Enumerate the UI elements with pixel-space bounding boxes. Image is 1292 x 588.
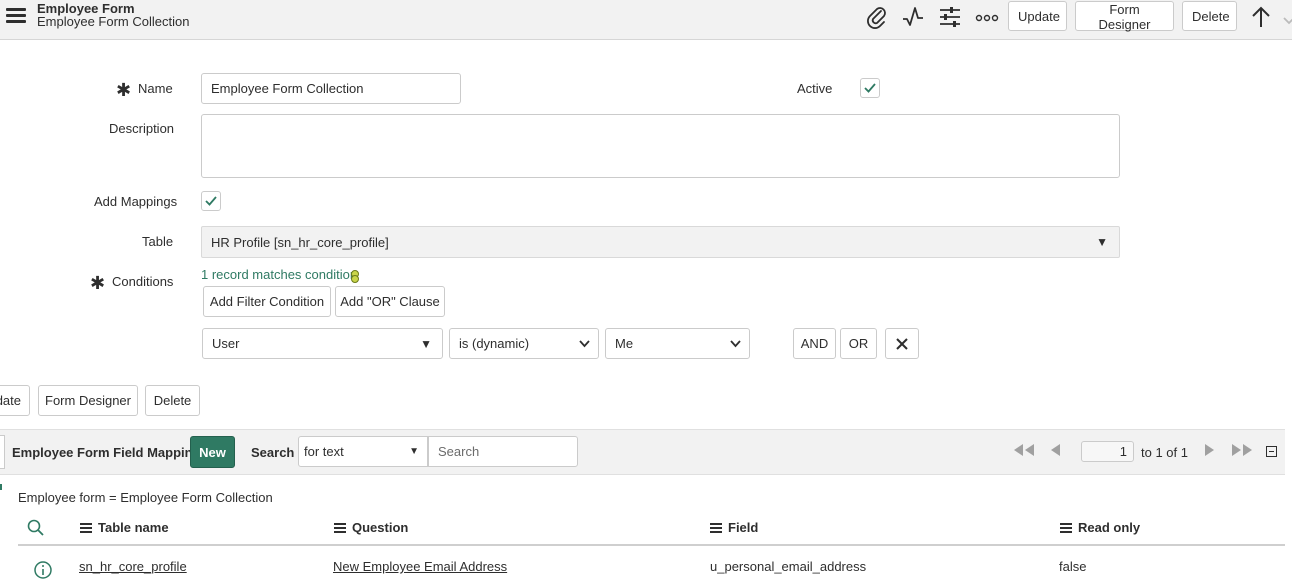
previous-page-icon[interactable] bbox=[1049, 443, 1061, 460]
search-field-select[interactable]: for text ▼ bbox=[298, 436, 428, 467]
close-icon bbox=[896, 337, 908, 350]
caret-down-icon: ▼ bbox=[420, 337, 432, 351]
condition-value-select[interactable]: Me bbox=[605, 328, 750, 359]
chevron-down-icon[interactable] bbox=[1280, 4, 1292, 30]
checkmark-icon bbox=[205, 196, 217, 206]
search-label: Search bbox=[251, 445, 295, 460]
table-select-value: HR Profile [sn_hr_core_profile] bbox=[211, 234, 389, 250]
delete-button[interactable]: Delete bbox=[1182, 1, 1237, 31]
name-label: Name bbox=[138, 81, 173, 96]
caret-down-icon: ▼ bbox=[1096, 235, 1108, 249]
column-menu-icon bbox=[334, 522, 346, 533]
update-button-bottom[interactable]: date bbox=[0, 385, 30, 416]
remove-condition-button[interactable] bbox=[885, 328, 919, 359]
header-divider bbox=[18, 544, 1285, 546]
question-link[interactable]: New Employee Email Address bbox=[333, 559, 507, 574]
chevron-down-icon bbox=[730, 340, 741, 348]
list-context-button[interactable] bbox=[0, 435, 5, 469]
read-only-cell: false bbox=[1059, 559, 1087, 574]
record-match-link[interactable]: 1 record matches condition bbox=[201, 267, 357, 282]
form-header: Employee Form Employee Form Collection U… bbox=[0, 0, 1292, 40]
breadcrumb-marker bbox=[0, 484, 2, 490]
condition-field-value: User bbox=[212, 336, 240, 351]
new-button[interactable]: New bbox=[190, 436, 235, 468]
column-header-question[interactable]: Question bbox=[334, 520, 408, 535]
form-designer-button-bottom[interactable]: Form Designer bbox=[38, 385, 138, 416]
breadcrumb[interactable]: Employee form = Employee Form Collection bbox=[18, 490, 273, 505]
add-filter-condition-button[interactable]: Add Filter Condition bbox=[203, 286, 331, 317]
active-label: Active bbox=[797, 81, 833, 96]
paperclip-icon[interactable] bbox=[864, 4, 890, 30]
arrow-up-icon[interactable] bbox=[1248, 4, 1274, 30]
conditions-label: Conditions bbox=[112, 274, 174, 289]
more-icon[interactable] bbox=[974, 4, 1000, 30]
condition-field-select[interactable]: User ▼ bbox=[202, 328, 443, 359]
related-list-toolbar: Employee Form Field Mappings New Search … bbox=[0, 429, 1285, 475]
condition-value-value: Me bbox=[615, 336, 634, 351]
form-designer-button[interactable]: Form Designer bbox=[1075, 1, 1174, 32]
mandatory-marker-icon: ✱ bbox=[116, 80, 132, 100]
and-button[interactable]: AND bbox=[793, 328, 836, 359]
table-name-link[interactable]: sn_hr_core_profile bbox=[79, 559, 187, 574]
sliders-icon[interactable] bbox=[937, 4, 963, 30]
table-label: Table bbox=[142, 234, 174, 249]
description-label: Description bbox=[109, 121, 175, 136]
active-checkbox[interactable] bbox=[860, 78, 880, 98]
first-page-icon[interactable] bbox=[1012, 443, 1036, 460]
column-header-field[interactable]: Field bbox=[710, 520, 758, 535]
collapse-icon[interactable] bbox=[1266, 446, 1277, 457]
search-input[interactable]: Search bbox=[428, 436, 578, 467]
page-range-text: to 1 of 1 bbox=[1141, 445, 1188, 460]
column-menu-icon bbox=[710, 522, 722, 533]
add-mappings-label: Add Mappings bbox=[94, 194, 178, 209]
chevron-down-icon bbox=[579, 340, 590, 348]
refresh-icon[interactable] bbox=[349, 269, 361, 283]
caret-down-icon: ▼ bbox=[409, 446, 419, 457]
column-menu-icon bbox=[80, 522, 92, 533]
condition-operator-select[interactable]: is (dynamic) bbox=[449, 328, 599, 359]
delete-button-bottom[interactable]: Delete bbox=[145, 385, 200, 416]
table-select[interactable]: HR Profile [sn_hr_core_profile] ▼ bbox=[201, 226, 1120, 258]
or-button[interactable]: OR bbox=[840, 328, 877, 359]
column-header-table-name[interactable]: Table name bbox=[80, 520, 169, 535]
last-page-icon[interactable] bbox=[1230, 443, 1254, 460]
field-cell: u_personal_email_address bbox=[710, 559, 867, 574]
search-icon[interactable] bbox=[26, 519, 46, 537]
page-number-input[interactable]: 1 bbox=[1081, 441, 1134, 462]
related-list-title[interactable]: Employee Form Field Mappings bbox=[12, 445, 208, 460]
column-header-read-only[interactable]: Read only bbox=[1060, 520, 1140, 535]
activity-icon[interactable] bbox=[900, 4, 926, 30]
checkmark-icon bbox=[864, 83, 876, 93]
hamburger-menu-icon[interactable] bbox=[6, 6, 28, 26]
condition-operator-value: is (dynamic) bbox=[459, 336, 530, 351]
form-subtitle: Employee Form Collection bbox=[37, 14, 190, 29]
info-icon[interactable] bbox=[33, 560, 53, 580]
update-button[interactable]: Update bbox=[1008, 1, 1067, 31]
search-field-select-value: for text bbox=[304, 444, 344, 459]
add-or-clause-button[interactable]: Add "OR" Clause bbox=[335, 286, 445, 317]
description-field[interactable] bbox=[201, 114, 1120, 178]
column-menu-icon bbox=[1060, 522, 1072, 533]
add-mappings-checkbox[interactable] bbox=[201, 191, 221, 211]
next-page-icon[interactable] bbox=[1204, 443, 1216, 460]
name-field[interactable]: Employee Form Collection bbox=[201, 73, 461, 104]
mandatory-marker-icon: ✱ bbox=[90, 273, 106, 293]
